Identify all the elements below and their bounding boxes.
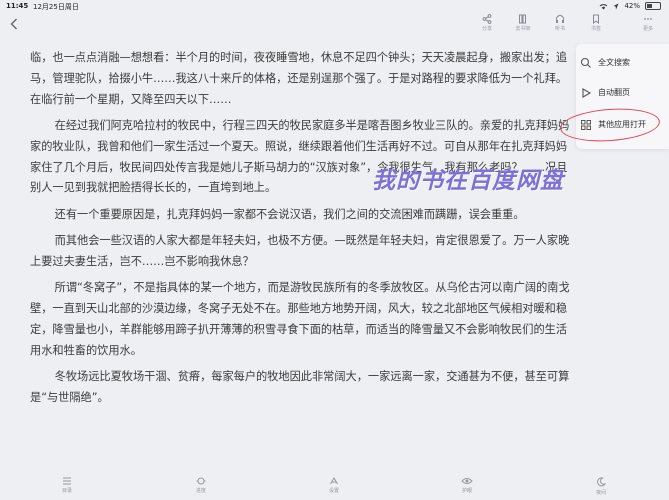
bookshelf-label: 去书架 <box>515 26 531 32</box>
book-content: 临，也一点点消融—想想看：半个月的时间，夜夜睡雪地，休息不足四个钟头；天天凌晨起… <box>30 48 575 409</box>
progress-icon <box>196 477 206 485</box>
paragraph: 还有一个重要原因是，扎克拜妈妈一家都不会说汉语，我们之间的交流困难而蹒跚，误会重… <box>54 207 525 221</box>
more-button[interactable]: 更多 <box>633 14 663 32</box>
bookmark-button[interactable]: 书签 <box>581 14 611 32</box>
menu-item-full-text-search[interactable]: 全文搜索 <box>576 52 669 74</box>
bottom-toolbar: 目录 进度 设置 护眼 夜间 <box>0 474 669 500</box>
toc-label: 目录 <box>61 488 72 494</box>
battery-icon <box>645 2 661 10</box>
bookmark-label: 书签 <box>590 26 601 32</box>
back-button[interactable] <box>10 18 18 34</box>
share-icon <box>482 14 492 24</box>
status-right: 42% <box>599 2 661 10</box>
progress-label: 进度 <box>195 488 206 494</box>
eye-icon <box>461 478 473 484</box>
headphones-icon <box>556 15 564 23</box>
share-button[interactable]: 分享 <box>472 14 502 32</box>
more-label: 更多 <box>642 26 653 32</box>
menu-item-auto-page[interactable]: 自动翻页 <box>576 82 669 104</box>
menu-item-label: 自动翻页 <box>598 88 630 97</box>
toc-button[interactable]: 目录 <box>47 477 87 494</box>
chevron-left-icon <box>10 18 17 30</box>
status-date: 12月25日周日 <box>33 3 79 11</box>
watermark-text: 我的书在百度网盘 <box>372 168 564 194</box>
search-icon <box>580 57 591 68</box>
battery-percent: 42% <box>624 2 640 10</box>
wifi-icon <box>600 3 608 9</box>
listen-label: 听书 <box>554 26 565 32</box>
bookmark-icon <box>593 14 599 24</box>
share-label: 分享 <box>481 26 492 32</box>
bookshelf-button[interactable]: 去书架 <box>508 14 538 32</box>
settings-button[interactable]: 设置 <box>314 477 354 494</box>
menu-item-label: 全文搜索 <box>598 58 630 67</box>
status-time: 11:45 <box>6 2 29 10</box>
listen-button[interactable]: 听书 <box>545 14 575 32</box>
status-bar: 11:45 12月25日周日 42% <box>0 0 669 12</box>
list-icon <box>63 477 71 485</box>
paragraph: 而其他会一些汉语的人家大都是年轻夫妇，也极不方便。—既然是年轻夫妇，肯定很恩爱了… <box>30 234 570 268</box>
paragraph: 所谓“冬窝子”，不是指具体的某一个地方，而是游牧民族所有的冬季放牧区。从乌伦古河… <box>30 281 570 357</box>
moon-icon <box>597 477 606 487</box>
eye-care-button[interactable]: 护眼 <box>447 477 487 494</box>
night-mode-label: 夜间 <box>595 490 606 496</box>
bookshelf-icon <box>519 14 526 24</box>
play-icon <box>582 88 592 98</box>
location-icon <box>613 3 619 9</box>
eye-care-label: 护眼 <box>461 488 472 494</box>
paragraph: 临，也一点点消融—想想看：半个月的时间，夜夜睡雪地，休息不足四个钟头；天天凌晨起… <box>30 51 568 106</box>
settings-label: 设置 <box>328 488 339 494</box>
night-mode-button[interactable]: 夜间 <box>581 477 621 496</box>
paragraph: 冬牧场远比夏牧场干涸、贫瘠，每家每户的牧地因此非常阔大，一家远离一家，交通甚为不… <box>30 370 570 404</box>
progress-button[interactable]: 进度 <box>181 477 221 494</box>
more-icon <box>644 18 652 20</box>
settings-icon <box>330 477 338 485</box>
